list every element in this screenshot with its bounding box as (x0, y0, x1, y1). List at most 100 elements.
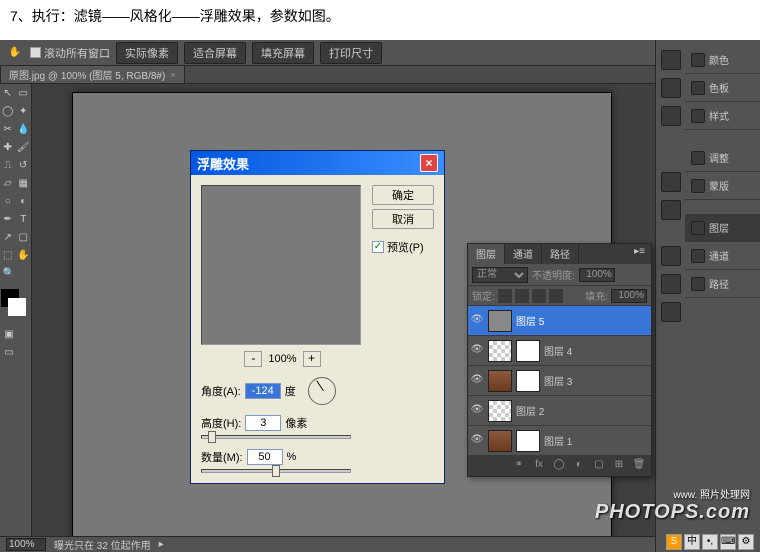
history-panel-icon[interactable] (661, 50, 681, 70)
layer-row[interactable]: 👁 图层 4 (468, 336, 651, 366)
eyedropper-tool-icon[interactable]: 💧 (17, 121, 31, 137)
ime-gear-icon[interactable]: ⚙ (738, 534, 754, 550)
history-tool-icon[interactable]: ↺ (17, 157, 31, 173)
lock-pixels-icon[interactable] (515, 289, 529, 303)
layer-thumbnail (488, 430, 512, 452)
paths-icon[interactable] (661, 302, 681, 322)
eraser-tool-icon[interactable]: ▱ (1, 175, 15, 191)
panel-label-channels[interactable]: 通道 (685, 242, 760, 270)
layer-row[interactable]: 👁 图层 3 (468, 366, 651, 396)
3d-tool-icon[interactable]: ⬚ (1, 247, 15, 263)
opacity-value[interactable]: 100% (579, 268, 615, 282)
layer-row[interactable]: 👁 图层 1 (468, 426, 651, 456)
brush-tool-icon[interactable]: 🖌 (17, 139, 31, 155)
type-tool-icon[interactable]: T (17, 211, 31, 227)
document-tab[interactable]: 原图.jpg @ 100% (图层 5, RGB/8#) × (0, 65, 185, 84)
screenmode-icon[interactable]: ▭ (1, 344, 17, 360)
layer-row[interactable]: 👁 图层 2 (468, 396, 651, 426)
panel-label-swatches[interactable]: 色板 (685, 74, 760, 102)
folder-icon[interactable]: ▢ (591, 459, 607, 473)
ok-button[interactable]: 确定 (372, 185, 434, 205)
adjust-icon[interactable]: ◐ (571, 459, 587, 473)
lock-pos-icon[interactable] (532, 289, 546, 303)
angle-dial[interactable] (308, 377, 336, 405)
actual-pixels-button[interactable]: 实际像素 (116, 42, 178, 64)
zoom-field[interactable]: 100% (6, 538, 46, 551)
quickmask-icon[interactable]: ▣ (1, 326, 17, 342)
dialog-titlebar[interactable]: 浮雕效果 × (191, 151, 444, 175)
panel-label-adjustments[interactable]: 调整 (685, 144, 760, 172)
panel-label-colors[interactable]: 颜色 (685, 46, 760, 74)
dialog-title: 浮雕效果 (197, 154, 249, 173)
move-tool-icon[interactable]: ↖ (1, 85, 15, 101)
close-button[interactable]: × (420, 154, 438, 172)
tab-channels[interactable]: 通道 (505, 244, 542, 264)
zoom-tool-icon[interactable]: 🔍 (1, 265, 17, 281)
preview-thumbnail[interactable] (201, 185, 361, 345)
visibility-icon[interactable]: 👁 (470, 374, 484, 388)
close-icon[interactable]: × (170, 70, 175, 80)
visibility-icon[interactable]: 👁 (470, 344, 484, 358)
tab-layers[interactable]: 图层 (468, 244, 505, 264)
wand-tool-icon[interactable]: ✦ (17, 103, 31, 119)
height-input[interactable] (245, 415, 281, 431)
hand-tool-icon[interactable]: ✋ (7, 45, 23, 61)
adjustments-icon[interactable] (661, 172, 681, 192)
print-size-button[interactable]: 打印尺寸 (320, 42, 382, 64)
shape-tool-icon[interactable]: ▢ (17, 229, 31, 245)
ime-punct-icon[interactable]: •, (702, 534, 718, 550)
panel-label-masks[interactable]: 蒙版 (685, 172, 760, 200)
hand-tool-icon[interactable]: ✋ (17, 247, 31, 263)
link-icon[interactable]: ⚭ (511, 459, 527, 473)
gradient-tool-icon[interactable]: ▦ (17, 175, 31, 191)
stamp-tool-icon[interactable]: ⎍ (1, 157, 15, 173)
fit-screen-button[interactable]: 适合屏幕 (184, 42, 246, 64)
actions-panel-icon[interactable] (661, 78, 681, 98)
marquee-tool-icon[interactable]: ▭ (17, 85, 31, 101)
layers-icon[interactable] (661, 246, 681, 266)
visibility-icon[interactable]: 👁 (470, 434, 484, 448)
ime-zh-icon[interactable]: 中 (684, 534, 700, 550)
visibility-icon[interactable]: 👁 (470, 404, 484, 418)
mask-icon[interactable]: ◯ (551, 459, 567, 473)
lock-all-icon[interactable] (549, 289, 563, 303)
dodge-tool-icon[interactable]: ◐ (17, 193, 31, 209)
height-slider[interactable] (201, 435, 351, 439)
check-icon: ✓ (372, 241, 384, 253)
panel-menu-icon[interactable]: ▸≡ (628, 244, 651, 264)
zoom-out-button[interactable]: - (244, 351, 262, 367)
crop-tool-icon[interactable]: ✂ (1, 121, 15, 137)
cancel-button[interactable]: 取消 (372, 209, 434, 229)
blend-mode-select[interactable]: 正常 (472, 267, 528, 283)
new-layer-icon[interactable]: ⊞ (611, 459, 627, 473)
blur-tool-icon[interactable]: ○ (1, 193, 15, 209)
panel-label-styles[interactable]: 样式 (685, 102, 760, 130)
panel-label-paths[interactable]: 路径 (685, 270, 760, 298)
visibility-icon[interactable]: 👁 (470, 314, 484, 328)
amount-slider[interactable] (201, 469, 351, 473)
pen-tool-icon[interactable]: ✒ (1, 211, 15, 227)
fill-screen-button[interactable]: 填充屏幕 (252, 42, 314, 64)
heal-tool-icon[interactable]: ✚ (1, 139, 15, 155)
fx-icon[interactable]: fx (531, 459, 547, 473)
bg-color-icon[interactable] (8, 298, 26, 316)
lasso-tool-icon[interactable]: ◯ (1, 103, 15, 119)
channels-icon[interactable] (661, 274, 681, 294)
ime-icon[interactable]: S (666, 534, 682, 550)
path-tool-icon[interactable]: ↗ (1, 229, 15, 245)
scroll-all-checkbox[interactable]: 滚动所有窗口 (30, 45, 110, 61)
tool-presets-icon[interactable] (661, 106, 681, 126)
dropdown-icon[interactable]: ▸ (159, 539, 164, 550)
tab-paths[interactable]: 路径 (542, 244, 579, 264)
ime-keyboard-icon[interactable]: ⌨ (720, 534, 736, 550)
layer-row[interactable]: 👁 图层 5 (468, 306, 651, 336)
preview-checkbox[interactable]: ✓ 预览(P) (372, 239, 434, 255)
fill-value[interactable]: 100% (611, 289, 647, 303)
zoom-in-button[interactable]: + (303, 351, 321, 367)
masks-icon[interactable] (661, 200, 681, 220)
panel-label-layers[interactable]: 图层 (685, 214, 760, 242)
amount-input[interactable] (247, 449, 283, 465)
trash-icon[interactable]: 🗑 (631, 459, 647, 473)
lock-trans-icon[interactable] (498, 289, 512, 303)
angle-input[interactable] (245, 383, 281, 399)
